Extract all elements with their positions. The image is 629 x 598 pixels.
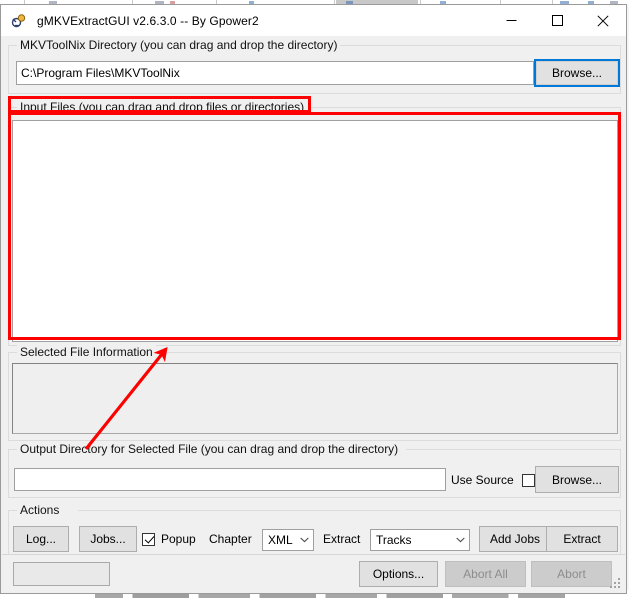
chapter-format-select[interactable]: XML <box>262 529 314 551</box>
maximize-button[interactable] <box>534 5 580 36</box>
chapter-format-value: XML <box>268 533 293 547</box>
jobs-button[interactable]: Jobs... <box>79 526 137 552</box>
use-source-checkbox[interactable] <box>521 473 535 487</box>
options-button[interactable]: Options... <box>359 561 438 587</box>
close-button[interactable] <box>580 5 626 36</box>
chevron-down-icon <box>296 537 313 543</box>
popup-checkbox-wrap[interactable]: Popup <box>142 532 196 546</box>
output-browse-button[interactable]: Browse... <box>535 466 619 493</box>
resize-grip-icon[interactable] <box>610 578 622 590</box>
options-button-label: Options... <box>372 567 425 581</box>
window-title: gMKVExtractGUI v2.6.3.0 -- By Gpower2 <box>37 13 259 28</box>
input-files-listbox[interactable] <box>12 120 618 342</box>
use-source-checkbox-wrap[interactable]: Use Source <box>451 473 535 487</box>
extract-button[interactable]: Extract <box>546 526 618 552</box>
minimize-button[interactable] <box>488 5 534 36</box>
jobs-button-label: Jobs... <box>90 532 126 546</box>
output-directory-input[interactable] <box>14 468 446 491</box>
popup-label: Popup <box>161 532 196 546</box>
maximize-icon <box>551 15 563 26</box>
chapter-label: Chapter <box>209 532 252 546</box>
mkvtoolnix-browse-button[interactable]: Browse... <box>534 59 620 87</box>
extract-button-label: Extract <box>563 532 601 546</box>
extract-type-select[interactable]: Tracks <box>370 529 470 551</box>
screenshot-root: gMKVExtractGUI v2.6.3.0 -- By Gpower2 MK… <box>0 0 629 598</box>
add-jobs-button[interactable]: Add Jobs <box>479 526 551 552</box>
abort-all-button[interactable]: Abort All <box>445 561 526 587</box>
add-jobs-label: Add Jobs <box>489 532 541 546</box>
close-icon <box>597 14 609 27</box>
selected-file-info-panel[interactable] <box>12 363 618 434</box>
popup-checkbox[interactable] <box>142 532 155 546</box>
extract-type-label: Extract <box>323 532 361 546</box>
log-button[interactable]: Log... <box>13 526 69 552</box>
title-bar[interactable]: gMKVExtractGUI v2.6.3.0 -- By Gpower2 <box>1 5 626 36</box>
log-button-label: Log... <box>25 532 57 546</box>
chevron-down-icon <box>452 537 469 543</box>
selected-file-group-title: Selected File Information <box>17 345 156 360</box>
output-browse-label: Browse... <box>551 472 602 487</box>
mkvtoolnix-path-value: C:\Program Files\MKVToolNix <box>21 66 180 80</box>
mkvtoolnix-browse-label: Browse... <box>551 66 602 80</box>
mkvtoolnix-path-input[interactable]: C:\Program Files\MKVToolNix <box>16 61 534 85</box>
minimize-icon <box>506 20 516 21</box>
application-icon <box>11 13 27 29</box>
extract-type-value: Tracks <box>376 533 412 547</box>
actions-group-title: Actions <box>17 503 63 518</box>
mkvtoolnix-group-title: MKVToolNix Directory (you can drag and d… <box>17 38 341 53</box>
output-directory-group-title: Output Directory for Selected File (you … <box>17 442 402 457</box>
status-bar: Options... Abort All Abort <box>2 554 625 592</box>
application-window: gMKVExtractGUI v2.6.3.0 -- By Gpower2 MK… <box>0 4 627 594</box>
window-controls <box>488 5 626 36</box>
use-source-label: Use Source <box>451 473 514 487</box>
status-text-panel <box>13 562 110 586</box>
input-files-group-title: Input Files (you can drag and drop files… <box>17 100 308 115</box>
abort-button[interactable]: Abort <box>531 561 612 587</box>
abort-all-label: Abort All <box>463 567 508 581</box>
abort-label: Abort <box>557 567 586 581</box>
